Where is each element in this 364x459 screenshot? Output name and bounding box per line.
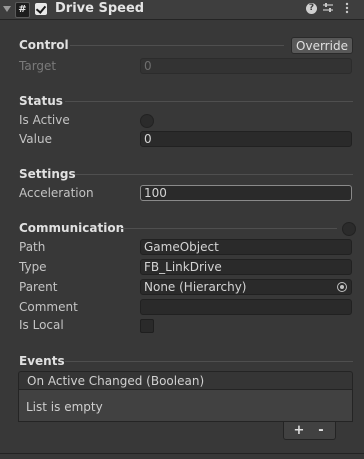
remove-event-button[interactable]: - (311, 422, 331, 439)
target-label: Target (19, 59, 57, 73)
component-header: # Drive Speed ? (0, 0, 364, 20)
section-status-label: Status (19, 94, 63, 108)
comment-label: Comment (19, 300, 78, 314)
type-field[interactable]: FB_LinkDrive (140, 259, 352, 275)
section-divider (65, 361, 353, 362)
event-list-footer: + - (283, 422, 336, 440)
section-divider (70, 45, 284, 46)
section-divider (65, 101, 353, 102)
type-label: Type (19, 260, 47, 274)
section-divider (119, 228, 337, 229)
value-field[interactable]: 0 (140, 131, 352, 147)
parent-value: None (Hierarchy) (144, 280, 247, 294)
list-empty-text: List is empty (26, 400, 103, 414)
object-picker-icon[interactable] (337, 282, 347, 292)
menu-icon[interactable] (341, 2, 353, 17)
event-list-body: List is empty (18, 390, 353, 422)
add-event-button[interactable]: + (289, 422, 309, 439)
target-field: 0 (140, 58, 352, 74)
component-title: Drive Speed (55, 1, 145, 16)
is-local-checkbox[interactable] (140, 319, 154, 333)
event-list-header: On Active Changed (Boolean) (18, 371, 353, 390)
bottom-divider (0, 453, 364, 454)
foldout-arrow-icon[interactable] (3, 6, 11, 12)
value-label: Value (19, 132, 52, 146)
parent-label: Parent (19, 280, 58, 294)
script-icon: # (15, 2, 30, 18)
path-field[interactable]: GameObject (140, 239, 352, 255)
section-settings-label: Settings (19, 167, 76, 181)
acceleration-label: Acceleration (19, 186, 94, 200)
path-label: Path (19, 240, 46, 254)
section-events-label: Events (19, 354, 65, 368)
section-control-label: Control (19, 38, 69, 52)
acceleration-field[interactable]: 100 (140, 185, 352, 201)
comment-field[interactable] (140, 299, 352, 315)
parent-object-field[interactable]: None (Hierarchy) (140, 279, 352, 295)
presets-icon[interactable] (322, 2, 334, 17)
communication-status-indicator (342, 222, 356, 236)
override-button[interactable]: Override (291, 37, 353, 54)
is-active-indicator (140, 114, 154, 128)
section-divider (75, 174, 353, 175)
help-icon[interactable]: ? (306, 3, 317, 14)
component-enabled-checkbox[interactable] (35, 3, 47, 15)
is-active-label: Is Active (19, 113, 70, 127)
is-local-label: Is Local (19, 318, 64, 332)
section-communication-label: Communication (19, 221, 125, 235)
